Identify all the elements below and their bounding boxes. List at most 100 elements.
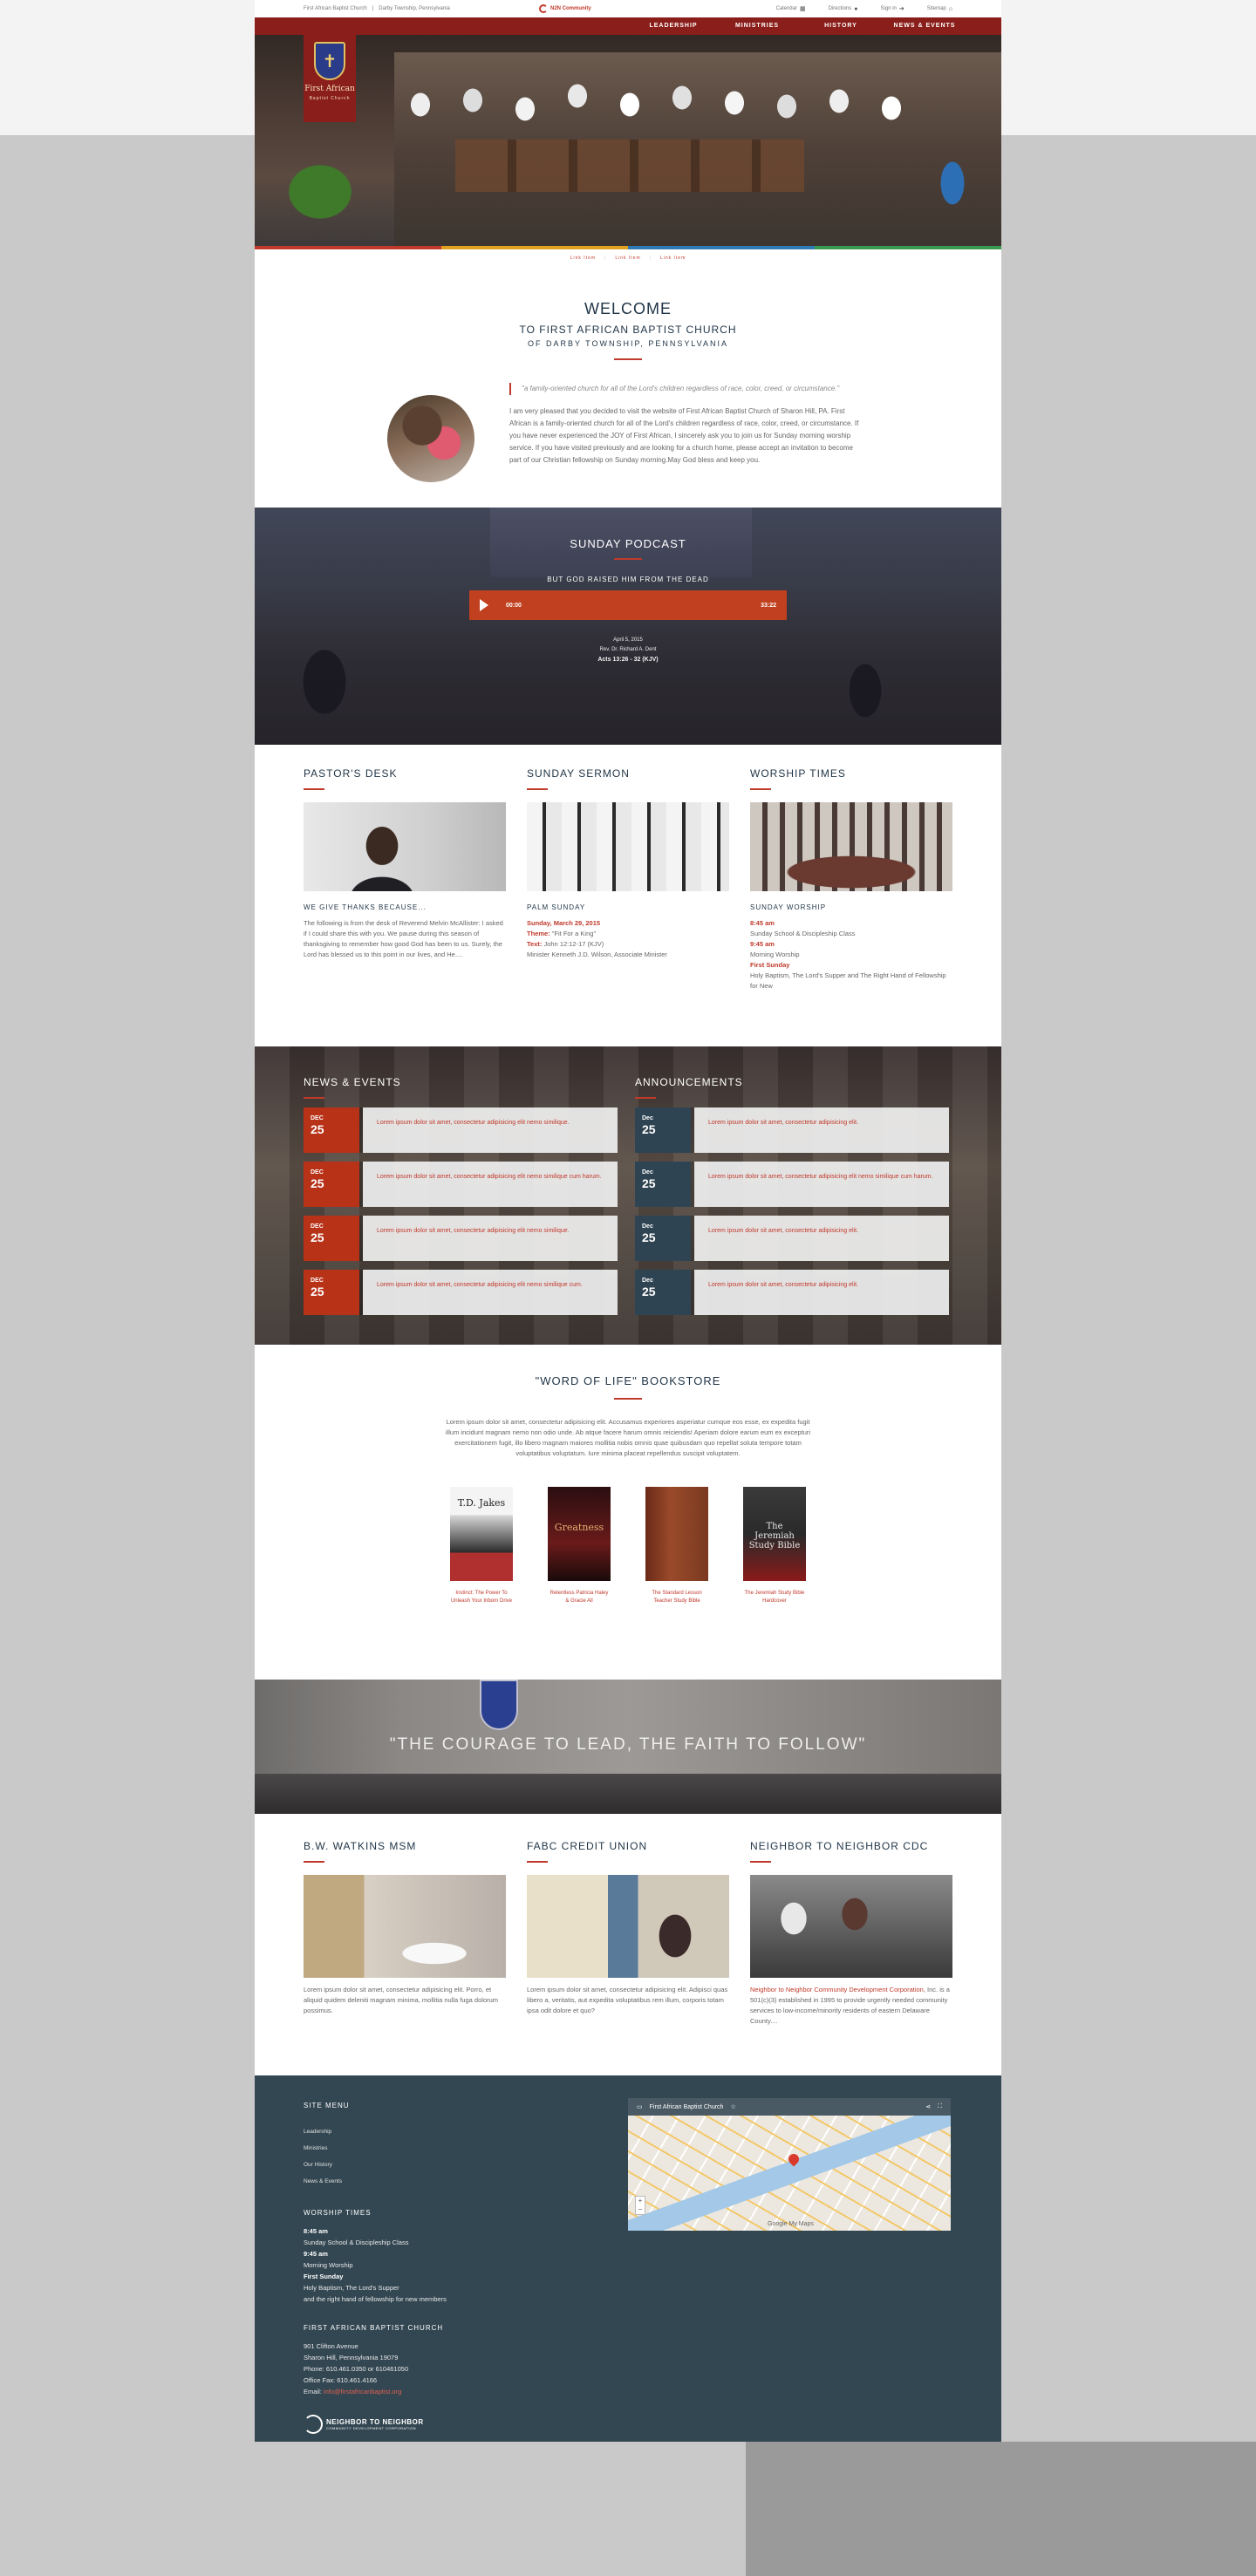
divider [750, 788, 771, 790]
nav-history[interactable]: History [799, 17, 883, 35]
embedded-map[interactable]: ▭ First African Baptist Church ☆ ⋖ ⛶ + − … [628, 2098, 951, 2231]
announcement-item[interactable]: Dec 25 Lorem ipsum dolor sit amet, consec… [635, 1107, 949, 1153]
pastors-desk-heading: PASTOR'S DESK [304, 767, 398, 780]
book-item[interactable]: T.D. Jakes Instinct: The Power To Unleas… [450, 1487, 513, 1605]
podcast-episode-title: BUT GOD RAISED HIM FROM THE DEAD [547, 576, 709, 583]
divider [304, 1097, 324, 1099]
map-title: First African Baptist Church [649, 2103, 724, 2110]
sermon-heading: SUNDAY SERMON [527, 767, 630, 780]
bookstore-heading: "WORD OF LIFE" BOOKSTORE [535, 1374, 721, 1387]
partner-photo[interactable] [304, 1875, 506, 1978]
n2n-logo-icon [539, 4, 548, 13]
news-item[interactable]: DEC 25 Lorem ipsum dolor sit amet, consec… [304, 1107, 618, 1153]
book-caption: Instinct: The Power To Unleash Your Inbo… [450, 1591, 513, 1604]
welcome-title: WELCOME [584, 300, 672, 317]
subnav-link[interactable]: Link Item [570, 256, 596, 261]
signin-icon: ➔ [898, 6, 904, 12]
divider [304, 788, 324, 790]
partner-heading: FABC CREDIT UNION [527, 1840, 648, 1852]
divider [527, 1861, 548, 1863]
star-icon[interactable]: ☆ [730, 2103, 735, 2110]
map-toolbar: ▭ First African Baptist Church ☆ ⋖ ⛶ [628, 2098, 951, 2116]
partner-text: Lorem ipsum dolor sit amet, consectetur … [304, 1986, 499, 2014]
nav-news-events[interactable]: News & Events [883, 17, 966, 35]
sub-nav: Link Item | Link Item | Link Item [570, 256, 686, 261]
book-caption: The Jeremiah Study Bible Hardcover [744, 1591, 805, 1604]
book-item[interactable]: The Standard Lesson Teacher Study Bible [645, 1487, 708, 1605]
sitemap-link[interactable]: Sitemap ⌂ [927, 5, 952, 12]
announcements: ANNOUNCEMENTS Dec 25 Lorem ipsum dolor si… [635, 1076, 949, 1315]
directions-link[interactable]: Directions ● [829, 5, 858, 12]
welcome-location: OF DARBY TOWNSHIP, PENNSYLVANIA [527, 339, 729, 348]
subnav-link[interactable]: Link Item [615, 256, 640, 261]
sunday-sermon: SUNDAY SERMON PALM SUNDAY Sunday, March … [527, 767, 729, 992]
worship-photo[interactable] [750, 802, 952, 891]
partner-photo[interactable] [750, 1875, 952, 1978]
banner-emblem [480, 1680, 518, 1730]
n2n-logo[interactable]: N2N Community [539, 3, 591, 14]
share-icon[interactable]: ⋖ [925, 2103, 931, 2110]
footer-menu-heading: SITE MENU [304, 2102, 350, 2109]
partner-photo[interactable] [527, 1875, 729, 1978]
partner-n2n: NEIGHBOR TO NEIGHBOR CDC Neighbor to Nei… [750, 1840, 952, 2027]
hero-image: Leadership Ministries History News & Eve… [255, 17, 1001, 246]
map-canvas[interactable] [628, 2116, 951, 2231]
partner-heading: NEIGHBOR TO NEIGHBOR CDC [750, 1840, 929, 1852]
book-item[interactable]: The Jeremiah Study Bible The Jeremiah St… [743, 1487, 806, 1605]
news-item[interactable]: DEC 25 Lorem ipsum dolor sit amet, consec… [304, 1216, 618, 1261]
book-cover: T.D. Jakes [450, 1487, 513, 1581]
fullscreen-icon[interactable]: ⛶ [938, 2103, 942, 2110]
zoom-control[interactable]: + − [635, 2196, 645, 2215]
church-crest-logo[interactable]: ✝ First African Baptist Church [304, 35, 356, 122]
sermon-photo[interactable] [527, 802, 729, 891]
church-name: First African Baptist Church [304, 6, 367, 11]
background-bottom-right [746, 2442, 1256, 2576]
play-icon[interactable] [480, 599, 488, 611]
footer-worship-heading: WORSHIP TIMES [304, 2209, 372, 2217]
footer-link[interactable]: Leadership [304, 2123, 565, 2140]
podcast-speaker: Rev. Dr. Richard A. Dent [599, 647, 657, 652]
sermon-minister: Minister Kenneth J.D. Wilson, Associate … [527, 951, 667, 958]
page: First African Baptist Church | Darby Tow… [255, 0, 1001, 2442]
calendar-icon: ▦ [799, 6, 806, 12]
calendar-link[interactable]: Calendar ▦ [776, 5, 806, 12]
map-menu-icon[interactable]: ▭ [637, 2103, 643, 2110]
pastor-avatar [387, 395, 474, 482]
cross-icon: ✝ [314, 42, 345, 80]
banner-quote: "THE COURAGE TO LEAD, THE FAITH TO FOLLO… [389, 1735, 867, 1754]
sitemap-icon: ⌂ [948, 5, 952, 12]
footer-link[interactable]: Ministries [304, 2140, 565, 2157]
book-cover: The Jeremiah Study Bible [743, 1487, 806, 1581]
footer-link[interactable]: News & Events [304, 2173, 565, 2190]
audio-player: 00:00 33:22 [469, 590, 787, 620]
main-nav: Leadership Ministries History News & Eve… [255, 17, 1001, 35]
footer-church-heading: FIRST AFRICAN BAPTIST CHURCH [304, 2324, 444, 2332]
welcome-section: WELCOME TO FIRST AFRICAN BAPTIST CHURCH … [255, 267, 1001, 482]
player-total-time: 33:22 [761, 602, 776, 609]
partner-link[interactable]: Neighbor to Neighbor Community Developme… [750, 1986, 925, 1993]
announcement-item[interactable]: Dec 25 Lorem ipsum dolor sit amet, consec… [635, 1270, 949, 1315]
footer-contact: 901 Clifton Avenue Sharon Hill, Pennsylv… [304, 2342, 409, 2395]
utility-bar: First African Baptist Church | Darby Tow… [255, 0, 1001, 17]
book-item[interactable]: Greatness Relentless Patricia Haley & Gr… [548, 1487, 611, 1605]
n2n-logo-icon [304, 2415, 323, 2434]
subnav-link[interactable]: Link Item [660, 256, 686, 261]
announcements-heading: ANNOUNCEMENTS [635, 1076, 743, 1088]
nav-ministries[interactable]: Ministries [715, 17, 799, 35]
announcement-item[interactable]: Dec 25 Lorem ipsum dolor sit amet, consec… [635, 1216, 949, 1261]
footer-n2n-logo[interactable]: NEIGHBOR TO NEIGHBOR COMMUNITY DEVELOPME… [304, 2415, 565, 2434]
footer-link[interactable]: Our History [304, 2157, 565, 2173]
bookstore-section: "WORD OF LIFE" BOOKSTORE Lorem ipsum dol… [255, 1345, 1001, 1680]
signin-link[interactable]: Sign in ➔ [881, 5, 904, 12]
nav-leadership[interactable]: Leadership [631, 17, 715, 35]
pastor-photo[interactable] [304, 802, 506, 891]
news-item[interactable]: DEC 25 Lorem ipsum dolor sit amet, consec… [304, 1270, 618, 1315]
footer-email-link[interactable]: info@firstafricanbaptist.org [324, 2388, 401, 2395]
pastors-desk-subheading: WE GIVE THANKS BECAUSE... [304, 903, 427, 911]
church-location: Darby Township, Pennsylvania [379, 6, 450, 11]
book-caption: The Standard Lesson Teacher Study Bible [652, 1591, 702, 1604]
sermon-text: John 12:12-17 (KJV) [543, 940, 604, 948]
news-item[interactable]: DEC 25 Lorem ipsum dolor sit amet, consec… [304, 1162, 618, 1207]
podcast-section: SUNDAY PODCAST BUT GOD RAISED HIM FROM T… [255, 508, 1001, 745]
announcement-item[interactable]: Dec 25 Lorem ipsum dolor sit amet, consec… [635, 1162, 949, 1207]
